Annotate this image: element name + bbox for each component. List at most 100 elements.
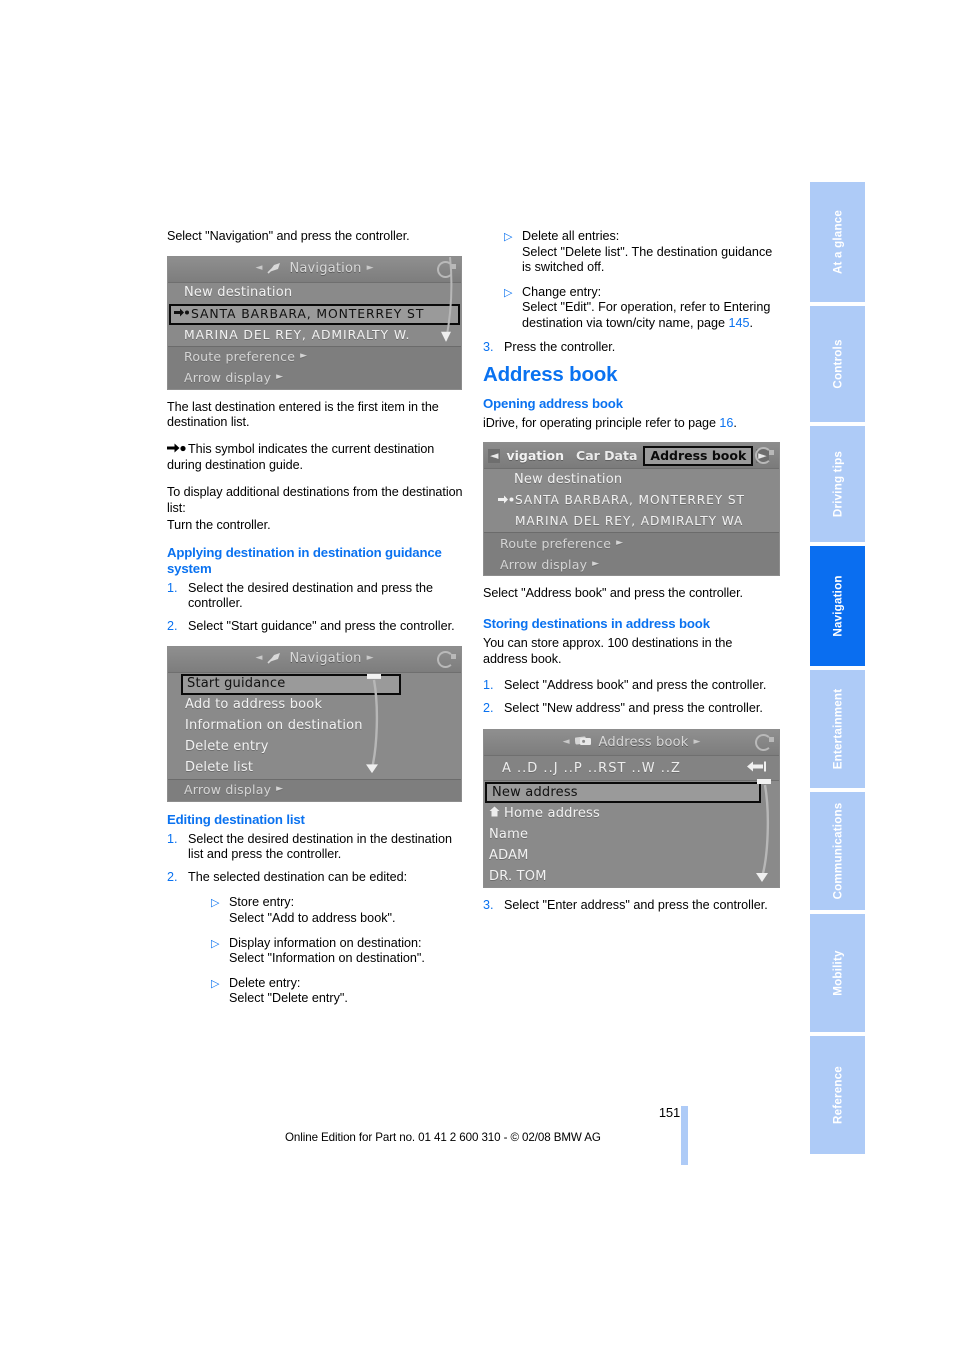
bullet-line-1: Store entry: <box>229 895 295 910</box>
sidebar-item-label: Entertainment <box>831 688 844 770</box>
list-item[interactable]: MARINA DEL REY, ADMIRALTY W. <box>168 325 461 346</box>
tab-car-data[interactable]: Car Data <box>570 447 643 465</box>
footer-item-label: Arrow display <box>184 782 272 798</box>
sidebar-item-label: Navigation <box>831 575 844 637</box>
footer-item-label: Route preference <box>184 349 296 365</box>
list-item[interactable]: Home address <box>484 803 779 824</box>
footer-item-arrow-display[interactable]: Arrow display ► <box>168 780 461 801</box>
sidebar-item-controls[interactable]: Controls <box>810 306 865 422</box>
step-number: 1. <box>167 580 178 595</box>
figure-start-guidance-menu: ◄ Navigation ► Start guidance Add to add… <box>167 645 462 802</box>
sidebar-item-driving-tips[interactable]: Driving tips <box>810 426 865 542</box>
arrow-dot-icon <box>167 443 186 459</box>
sidebar-item-label: Reference <box>831 1066 844 1124</box>
screen-footer: Route preference ► Arrow display ► <box>168 345 461 389</box>
footer-item-route-preference[interactable]: Route preference ► <box>484 533 779 554</box>
sidebar-item-label: Communications <box>831 802 844 900</box>
list-item-label: Add to address book <box>185 697 323 713</box>
sidebar-item-reference[interactable]: Reference <box>810 1036 865 1154</box>
list-item[interactable]: SANTA BARBARA, MONTERREY ST <box>484 490 779 511</box>
list-item: ▷ Display information on destination: Se… <box>211 936 464 967</box>
page-title: Address book <box>483 363 618 387</box>
triangle-bullet-icon: ▷ <box>504 286 513 299</box>
list-item: 2. Select "Start guidance" and press the… <box>167 619 464 635</box>
chevron-right-icon: ► <box>592 559 600 570</box>
list-item[interactable]: Name <box>484 824 779 845</box>
page-reference-link[interactable]: 16 <box>719 416 733 430</box>
tab-prev-arrow-icon[interactable]: ◄ <box>488 448 501 463</box>
footer-item-arrow-display[interactable]: Arrow display ► <box>484 554 779 575</box>
step-text: Select "New address" and press the contr… <box>504 700 763 715</box>
footer-item-arrow-display[interactable]: Arrow display ► <box>168 368 461 389</box>
idrive-screen: ◄ vigation Car Data Address book ► New d… <box>483 442 780 577</box>
right-text-column: ▷ Delete all entries: Select "Delete lis… <box>483 229 780 924</box>
sidebar-item-entertainment[interactable]: Entertainment <box>810 670 865 788</box>
list-item-label: Home address <box>504 806 600 822</box>
list-item-label: SANTA BARBARA, MONTERREY ST <box>515 493 745 508</box>
list-item-label: ADAM <box>489 848 529 864</box>
alphabet-selector-bar[interactable]: A ..D ..J ..P ..RST ..W ..Z <box>484 756 779 782</box>
paragraph-idrive-reference: iDrive, for operating principle refer to… <box>483 416 780 432</box>
sidebar-item-label: Driving tips <box>831 450 844 518</box>
arrow-dot-icon <box>174 306 189 322</box>
bullet-line-2: Select "Delete list". The destination gu… <box>522 244 773 275</box>
bullet-text: Change entry: Select "Edit". For operati… <box>522 285 780 332</box>
step-three-address-list: 3. Select "Enter address" and press the … <box>483 898 780 914</box>
list-item[interactable]: ADAM <box>484 845 779 866</box>
list-item[interactable]: Delete entry <box>168 737 461 758</box>
idrive-screen: ◄ Navigation ► New destination SANTA BAR… <box>167 255 462 390</box>
alphabet-range-label: A ..D ..J ..P ..RST ..W ..Z <box>502 760 681 776</box>
screen-header: ◄ Address book ► <box>484 730 779 757</box>
storing-steps-list: 1. Select "Address book" and press the c… <box>483 678 780 716</box>
list-item-label: New destination <box>184 285 293 301</box>
screen-footer: Arrow display ► <box>168 778 461 801</box>
left-text-column: Select "Navigation" and press the contro… <box>167 229 464 1017</box>
screen-title: Navigation <box>289 261 362 277</box>
footer-note: Online Edition for Part no. 01 41 2 600 … <box>285 1131 601 1144</box>
globe-icon <box>437 650 456 668</box>
list-item: ▷ Change entry: Select "Edit". For opera… <box>504 285 780 332</box>
tab-address-book[interactable]: Address book <box>643 446 754 466</box>
step-number: 2. <box>167 869 178 884</box>
back-arrow-icon[interactable] <box>747 761 767 777</box>
list-item[interactable]: New destination <box>168 283 461 304</box>
bullet-line-2-tail: . <box>749 315 754 330</box>
globe-icon <box>755 447 774 465</box>
footer-item-label: Arrow display <box>184 370 272 386</box>
footer-item-route-preference[interactable]: Route preference ► <box>168 347 461 368</box>
list-item: 2. The selected destination can be edite… <box>167 870 464 886</box>
list-item: 2. Select "New address" and press the co… <box>483 701 780 717</box>
list-item[interactable]: Add to address book <box>168 695 461 716</box>
paragraph-turn-controller: Turn the controller. <box>167 518 271 533</box>
sidebar-item-mobility[interactable]: Mobility <box>810 914 865 1032</box>
page-reference-link[interactable]: 145 <box>729 316 750 330</box>
list-item[interactable]: DR. TOM <box>484 866 779 887</box>
arrow-dot-icon <box>498 493 514 509</box>
header-right-arrow-icon: ► <box>366 653 374 664</box>
satellite-dish-icon <box>267 261 282 278</box>
list-item-label: MARINA DEL REY, ADMIRALTY W. <box>184 327 411 343</box>
address-cards-icon <box>574 735 592 751</box>
list-item: 1. Select the desired destination in the… <box>167 832 464 863</box>
step-number: 2. <box>167 618 178 633</box>
list-item[interactable]: New destination <box>484 469 779 490</box>
list-item[interactable]: MARINA DEL REY, ADMIRALTY WA <box>484 511 779 532</box>
footer-item-label: Arrow display <box>500 557 588 573</box>
list-item[interactable]: Delete list <box>168 758 461 779</box>
chevron-right-icon: ► <box>616 538 624 549</box>
chevron-right-icon: ► <box>276 372 284 383</box>
idrive-text-pre: iDrive, for operating principle refer to… <box>483 415 720 430</box>
list-item-selected[interactable]: Start guidance <box>181 673 401 695</box>
list-item[interactable]: Information on destination <box>168 716 461 737</box>
step-number: 3. <box>483 898 494 913</box>
idrive-screen: ◄ Navigation ► Start guidance Add to add… <box>167 645 462 802</box>
sidebar-item-navigation[interactable]: Navigation <box>810 546 865 666</box>
page-number: 151 <box>658 1105 680 1120</box>
list-item-selected[interactable]: New address <box>485 782 761 804</box>
sidebar-item-communications[interactable]: Communications <box>810 792 865 910</box>
sidebar-item-at-a-glance[interactable]: At a glance <box>810 182 865 302</box>
tab-navigation[interactable]: vigation <box>500 447 570 465</box>
list-item-selected[interactable]: SANTA BARBARA, MONTERREY ST <box>169 303 460 325</box>
globe-icon <box>755 734 774 752</box>
heading-applying-destination: Applying destination in destination guid… <box>167 544 442 576</box>
